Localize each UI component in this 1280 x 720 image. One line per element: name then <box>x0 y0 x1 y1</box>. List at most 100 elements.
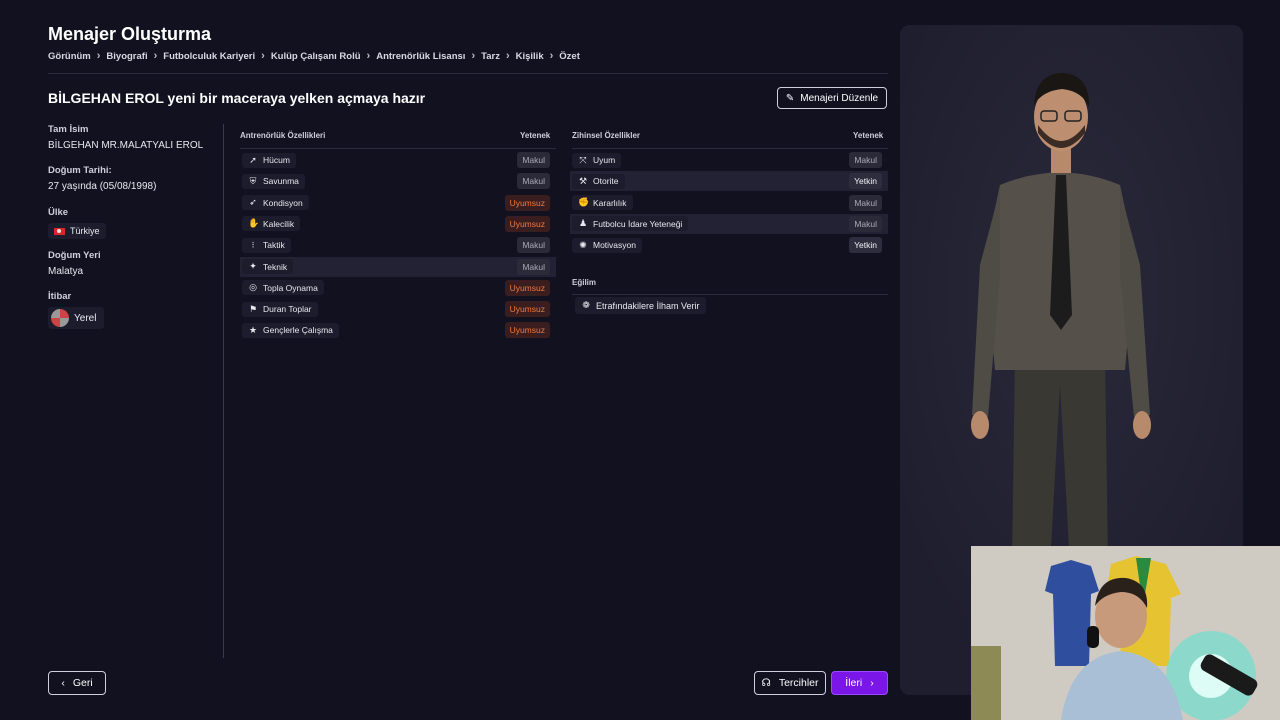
attribute-name-chip: ✺ Motivasyon <box>572 237 642 253</box>
set-pieces-icon: ⚑ <box>248 303 258 314</box>
coaching-header-divider <box>240 148 556 149</box>
rating-badge: Makul <box>849 194 882 211</box>
breadcrumb-antrenorluk-lisansi[interactable]: Antrenörlük Lisansı <box>376 51 465 62</box>
breadcrumb-kisilik[interactable]: Kişilik <box>516 51 544 62</box>
column-divider <box>223 124 224 658</box>
birth-age: 27 yaşında <box>48 181 97 192</box>
breadcrumb-tarz[interactable]: Tarz <box>481 51 500 62</box>
coaching-row-genclerle-calisma[interactable]: ★ Gençlerle Çalışma Uyumsuz <box>240 320 556 340</box>
mental-row-kararlilik[interactable]: ✊ Kararlılık Makul <box>570 193 888 213</box>
chevron-right-icon: › <box>505 50 510 62</box>
adaptability-icon: ⤧ <box>579 154 587 165</box>
country-chip: Türkiye <box>48 223 106 239</box>
next-button[interactable]: İleri › <box>831 671 888 695</box>
coaching-row-hucum[interactable]: ➚ Hücum Makul <box>240 150 556 170</box>
mental-row-motivasyon[interactable]: ✺ Motivasyon Yetkin <box>570 235 888 255</box>
motivation-icon: ✺ <box>579 239 587 250</box>
attribute-name-chip: ✊ Kararlılık <box>572 195 633 211</box>
rating-badge: Makul <box>517 152 550 168</box>
technique-icon: ✦ <box>249 261 257 271</box>
page-title: Menajer Oluşturma <box>48 24 212 44</box>
preferences-button[interactable]: ☊ Tercihler <box>754 671 826 695</box>
rating-badge: Uyumsuz <box>504 215 550 232</box>
rating-badge: Yetkin <box>849 237 882 254</box>
mental-row-otorite[interactable]: ⚒ Otorite Yetkin <box>570 171 888 192</box>
webcam-streamer-image <box>971 546 1280 720</box>
coaching-row-kondisyon[interactable]: ➶ Kondisyon Uyumsuz <box>240 193 556 213</box>
rating-badge: Yetkin <box>849 173 882 190</box>
birthplace-value: Malatya <box>48 266 84 277</box>
header-divider <box>48 73 888 74</box>
coaching-row-topla-oynama[interactable]: ◎ Topla Oynama Uyumsuz <box>240 278 556 298</box>
chevron-right-icon: › <box>471 50 476 62</box>
attribute-name-chip: ✦ Teknik <box>242 259 294 274</box>
summary-headline: BİLGEHAN EROL yeni bir maceraya yelken a… <box>48 90 426 106</box>
tendency-trait-chip[interactable]: ❁ Etrafındakilere İlham Verir <box>575 297 706 314</box>
attribute-name: Futbolcu İdare Yeteneği <box>593 218 683 229</box>
defense-icon: ⛨ <box>249 175 257 186</box>
attribute-name-chip: ♟ Futbolcu İdare Yeteneği <box>572 216 689 232</box>
rating-badge: Uyumsuz <box>504 279 550 296</box>
webcam-overlay <box>971 546 1280 720</box>
headset-icon: ☊ <box>761 677 771 689</box>
attribute-name: Kondisyon <box>263 197 303 208</box>
attribute-name-chip: ⚑ Duran Toplar <box>242 301 318 317</box>
breadcrumb-ozet[interactable]: Özet <box>559 51 580 62</box>
country-section: Ülke Türkiye <box>48 207 106 239</box>
breadcrumb-biyografi[interactable]: Biyografi <box>106 51 147 62</box>
coaching-row-taktik[interactable]: ⁝ Taktik Makul <box>240 235 556 255</box>
man-management-icon: ♟ <box>578 218 588 229</box>
attribute-name-chip: ➚ Hücum <box>242 152 296 168</box>
chevron-right-icon: › <box>870 677 874 689</box>
edit-manager-button[interactable]: ✎ Menajeri Düzenle <box>777 87 887 109</box>
attribute-name-chip: ✋ Kalecilik <box>242 216 301 232</box>
edit-manager-label: Menajeri Düzenle <box>800 92 879 104</box>
attribute-name: Topla Oynama <box>263 282 318 293</box>
inspire-icon: ❁ <box>582 300 590 310</box>
country-label: Ülke <box>48 207 69 218</box>
preferences-label: Tercihler <box>778 677 819 689</box>
breadcrumb: Görünüm › Biyografi › Futbolculuk Kariye… <box>48 50 580 62</box>
mental-row-futbolcu-idare-yetenegi[interactable]: ♟ Futbolcu İdare Yeteneği Makul <box>570 213 888 234</box>
coaching-row-savunma[interactable]: ⛨ Savunma Makul <box>240 171 556 191</box>
attribute-name: Motivasyon <box>593 240 636 251</box>
ball-control-icon: ◎ <box>249 282 257 293</box>
attribute-name: Teknik <box>263 261 288 272</box>
mental-header-divider <box>572 148 888 149</box>
reputation-section: İtibar Yerel <box>48 291 105 330</box>
reputation-icon <box>51 309 69 327</box>
pencil-icon: ✎ <box>785 92 795 104</box>
attribute-name: Duran Toplar <box>263 304 312 315</box>
chevron-left-icon: ‹ <box>61 677 65 689</box>
chevron-right-icon: › <box>153 50 158 62</box>
coaching-row-kalecilik[interactable]: ✋ Kalecilik Uyumsuz <box>240 214 556 234</box>
breadcrumb-kulup-calisani-rolu[interactable]: Kulüp Çalışanı Rolü <box>271 51 361 62</box>
mental-rating-header: Yetenek <box>853 131 884 140</box>
breadcrumb-futbolculuk-kariyeri[interactable]: Futbolculuk Kariyeri <box>163 51 255 62</box>
attribute-name-chip: ⁝ Taktik <box>242 237 291 253</box>
chevron-right-icon: › <box>96 50 101 62</box>
tendency-header: Eğilim <box>572 278 597 287</box>
coaching-rating-header: Yetenek <box>520 131 551 140</box>
attribute-name-chip: ⛨ Savunma <box>242 173 305 189</box>
coaching-row-duran-toplar[interactable]: ⚑ Duran Toplar Uyumsuz <box>240 299 556 319</box>
back-button[interactable]: ‹ Geri <box>48 671 106 695</box>
attribute-name: Kalecilik <box>263 218 295 229</box>
fitness-icon: ➶ <box>249 197 257 208</box>
attribute-name-chip: ⚒ Otorite <box>572 173 625 189</box>
tendency-trait-label: Etrafındakilere İlham Verir <box>596 300 700 311</box>
coaching-row-teknik[interactable]: ✦ Teknik Makul <box>240 256 556 277</box>
mental-row-uyum[interactable]: ⤧ Uyum Makul <box>570 150 888 170</box>
determination-icon: ✊ <box>578 197 590 208</box>
attribute-name: Uyum <box>593 155 616 165</box>
rating-badge: Uyumsuz <box>504 322 550 339</box>
attribute-name: Savunma <box>263 176 299 187</box>
attribute-name-chip: ⤧ Uyum <box>572 152 622 168</box>
birth-date: (05/08/1998) <box>99 181 157 192</box>
youth-star-icon: ★ <box>248 324 258 335</box>
breadcrumb-gorunum[interactable]: Görünüm <box>48 51 91 62</box>
attribute-name-chip: ◎ Topla Oynama <box>242 280 324 296</box>
rating-badge: Uyumsuz <box>504 301 550 318</box>
attribute-name: Kararlılık <box>593 197 627 208</box>
birth-date-section: Doğum Tarihi: 27 yaşında (05/08/1998) <box>48 165 156 192</box>
